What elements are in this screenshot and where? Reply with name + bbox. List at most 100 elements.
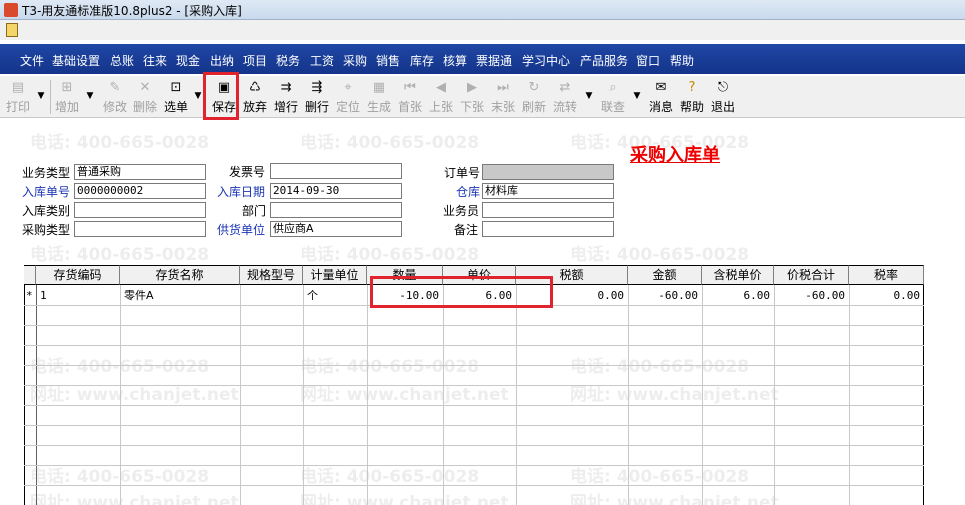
menu-basic-settings[interactable]: 基础设置	[52, 52, 100, 69]
remark-label: 备注	[454, 223, 479, 237]
cell-item-name[interactable]: 零件A	[120, 286, 240, 306]
col-header-item-name[interactable]: 存货名称	[120, 265, 240, 285]
add-row-icon: ⇉	[280, 80, 292, 95]
invoice-no-label: 发票号	[229, 165, 266, 179]
title-bar: T3-用友通标准版10.8plus2 - [采购入库]	[0, 0, 965, 20]
business-type-label: 业务类型	[22, 166, 71, 180]
menu-cashier[interactable]: 出纳	[210, 52, 234, 69]
menu-tax[interactable]: 税务	[276, 52, 300, 69]
menu-project[interactable]: 项目	[243, 52, 267, 69]
menu-inventory[interactable]: 库存	[410, 52, 434, 69]
menu-bar: 文件 基础设置 总账 往来 现金 出纳 项目 税务 工资 采购 销售 库存 核算…	[0, 44, 965, 74]
document-icon[interactable]	[6, 23, 18, 37]
col-header-tax-price[interactable]: 含税单价	[702, 265, 774, 285]
receipt-category-field[interactable]	[74, 202, 206, 218]
toolbar: ▤ 打印 ▼ ⊞ 增加 ▼ ✎ 修改 ✕ 删除 ⊡ 选单 ▼ ▣ 保存 ♺ 放弃…	[0, 72, 965, 120]
menu-product-service[interactable]: 产品服务	[580, 52, 628, 69]
delete-button[interactable]: ✕ 删除	[131, 78, 159, 116]
invoice-no-field[interactable]	[270, 163, 402, 179]
warehouse-label: 仓库	[456, 185, 481, 199]
locate-button[interactable]: ⌖ 定位	[334, 78, 362, 116]
business-type-field[interactable]: 普通采购	[74, 164, 206, 180]
cell-total[interactable]: -60.00	[774, 286, 849, 306]
menu-sales[interactable]: 销售	[376, 52, 400, 69]
menu-help[interactable]: 帮助	[670, 52, 694, 69]
cell-spec[interactable]	[240, 286, 303, 306]
menu-accounting[interactable]: 核算	[443, 52, 467, 69]
order-no-field[interactable]	[482, 164, 614, 180]
app-icon	[4, 3, 18, 17]
row-marker[interactable]: *	[24, 286, 36, 306]
menu-purchase[interactable]: 采购	[343, 52, 367, 69]
first-record-button[interactable]: ⏮ 首张	[396, 78, 424, 116]
menu-file[interactable]: 文件	[20, 52, 44, 69]
receipt-no-label: 入库单号	[22, 185, 71, 199]
cell-unit[interactable]: 个	[303, 286, 367, 306]
exit-door-icon: ⎋	[717, 80, 729, 95]
department-label: 部门	[242, 204, 267, 218]
help-icon: ?	[688, 80, 696, 95]
exit-button[interactable]: ⎋ 退出	[709, 78, 737, 116]
print-button[interactable]: ▤ 打印	[4, 78, 32, 116]
next-record-button[interactable]: ▶ 下张	[458, 78, 486, 116]
cell-tax-rate[interactable]: 0.00	[849, 286, 924, 306]
last-record-button[interactable]: ⏭ 末张	[489, 78, 517, 116]
message-icon: ✉	[655, 80, 667, 95]
discard-button[interactable]: ♺ 放弃	[241, 78, 269, 116]
receipt-date-field[interactable]: 2014-09-30	[270, 183, 402, 199]
cell-tax-price[interactable]: 6.00	[702, 286, 774, 306]
menu-cash[interactable]: 现金	[176, 52, 200, 69]
print-dropdown-icon[interactable]: ▼	[36, 92, 46, 101]
edit-button[interactable]: ✎ 修改	[101, 78, 129, 116]
add-button[interactable]: ⊞ 增加	[53, 78, 81, 116]
refresh-button[interactable]: ↻ 刷新	[520, 78, 548, 116]
col-header-total[interactable]: 价税合计	[774, 265, 849, 285]
add-row-button[interactable]: ⇉ 增行	[272, 78, 300, 116]
watermark-text: 电话: 400-665-0028	[30, 245, 210, 265]
col-header-tax-rate[interactable]: 税率	[849, 265, 924, 285]
menu-general-ledger[interactable]: 总账	[110, 52, 134, 69]
menu-bill-service[interactable]: 票据通	[476, 52, 512, 69]
document-title: 采购入库单	[630, 145, 720, 166]
menu-learning-center[interactable]: 学习中心	[522, 52, 570, 69]
delete-icon: ✕	[139, 80, 151, 95]
menu-window[interactable]: 窗口	[636, 52, 660, 69]
add-doc-icon: ⊞	[61, 80, 73, 95]
locate-icon: ⌖	[344, 80, 352, 95]
col-header-item-code[interactable]: 存货编码	[36, 265, 120, 285]
help-button[interactable]: ? 帮助	[678, 78, 706, 116]
generate-icon: ▦	[372, 80, 386, 95]
col-header-spec[interactable]: 规格型号	[240, 265, 303, 285]
menu-payroll[interactable]: 工资	[310, 52, 334, 69]
flow-button[interactable]: ⇄ 流转	[551, 78, 579, 116]
delete-row-button[interactable]: ⇶ 删行	[303, 78, 331, 116]
mdi-control-row	[0, 20, 965, 40]
receipt-no-field[interactable]: 0000000002	[74, 183, 206, 199]
warehouse-field[interactable]: 材料库	[482, 183, 614, 199]
menu-receivables[interactable]: 往来	[143, 52, 167, 69]
col-header-amount[interactable]: 金额	[628, 265, 702, 285]
add-dropdown-icon[interactable]: ▼	[85, 92, 95, 101]
next-icon: ▶	[467, 80, 477, 95]
link-dropdown-icon[interactable]: ▼	[632, 92, 642, 101]
prev-record-button[interactable]: ◀ 上张	[427, 78, 455, 116]
salesperson-field[interactable]	[482, 202, 614, 218]
flow-dropdown-icon[interactable]: ▼	[584, 92, 594, 101]
window-title: T3-用友通标准版10.8plus2 - [采购入库]	[22, 4, 242, 18]
supplier-field[interactable]: 供应商A	[270, 221, 402, 237]
watermark-text: 电话: 400-665-0028	[300, 245, 480, 265]
remark-field[interactable]	[482, 221, 614, 237]
select-order-button[interactable]: ⊡ 选单	[162, 78, 190, 116]
link-query-button[interactable]: ⌕ 联查	[599, 78, 627, 116]
select-dropdown-icon[interactable]: ▼	[193, 92, 203, 101]
purchase-type-field[interactable]	[74, 221, 206, 237]
supplier-label: 供货单位	[217, 223, 266, 237]
department-field[interactable]	[270, 202, 402, 218]
generate-button[interactable]: ▦ 生成	[365, 78, 393, 116]
col-header-unit[interactable]: 计量单位	[303, 265, 367, 285]
salesperson-label: 业务员	[443, 204, 480, 218]
cell-item-code[interactable]: 1	[36, 286, 120, 306]
cell-amount[interactable]: -60.00	[628, 286, 702, 306]
message-button[interactable]: ✉ 消息	[647, 78, 675, 116]
delete-row-icon: ⇶	[311, 80, 323, 95]
